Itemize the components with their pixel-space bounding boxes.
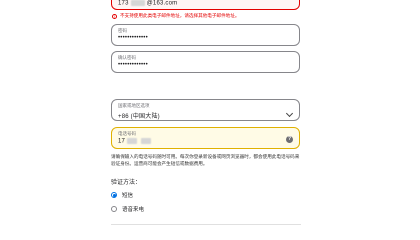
password-label: 密码 bbox=[118, 28, 127, 33]
email-value: 173 @163.com bbox=[118, 0, 178, 7]
radio-unselected-icon[interactable] bbox=[111, 206, 117, 212]
confirm-password-field[interactable]: 确认密码 ••••••••••••• bbox=[111, 51, 300, 73]
redacted-mark bbox=[130, 0, 145, 6]
divider bbox=[111, 224, 301, 225]
verify-method-title: 验证方法： bbox=[111, 180, 142, 186]
confirm-password-value: ••••••••••••• bbox=[118, 62, 148, 68]
redacted-mark bbox=[141, 138, 152, 144]
chevron-down-icon bbox=[285, 109, 294, 118]
phone-value: 17 bbox=[118, 138, 153, 145]
password-value: ••••••••••••• bbox=[118, 35, 148, 41]
country-label: 国家或地区选项 bbox=[118, 103, 150, 108]
phone-field[interactable]: 电话号码 17 ? bbox=[111, 127, 300, 149]
help-icon[interactable]: ? bbox=[286, 136, 293, 143]
radio-voice-label: 语音来电 bbox=[122, 207, 145, 213]
confirm-password-label: 确认密码 bbox=[118, 55, 136, 60]
phone-label: 电话号码 bbox=[118, 131, 136, 136]
country-value: +86 (中国大陆) bbox=[118, 114, 160, 120]
email-field[interactable]: 173 @163.com bbox=[111, 0, 300, 10]
password-field[interactable]: 密码 ••••••••••••• bbox=[111, 24, 300, 46]
redacted-mark bbox=[127, 138, 138, 144]
country-select[interactable]: 国家或地区选项 +86 (中国大陆) bbox=[111, 99, 300, 121]
radio-sms[interactable]: 短信 bbox=[111, 191, 133, 199]
email-error: ! 不支持使用此类电子邮件地址，请选择其他电子邮件地址。 bbox=[112, 13, 239, 19]
radio-sms-label: 短信 bbox=[122, 193, 134, 199]
email-error-text: 不支持使用此类电子邮件地址，请选择其他电子邮件地址。 bbox=[120, 13, 240, 18]
phone-info-text: 请确保输入的电话号码随时可用。每次你登录新设备或网页浏览器时，都会使用此电话号码… bbox=[111, 154, 300, 166]
radio-selected-icon[interactable] bbox=[111, 192, 117, 198]
radio-voice[interactable]: 语音来电 bbox=[111, 205, 144, 213]
error-icon: ! bbox=[112, 13, 117, 19]
